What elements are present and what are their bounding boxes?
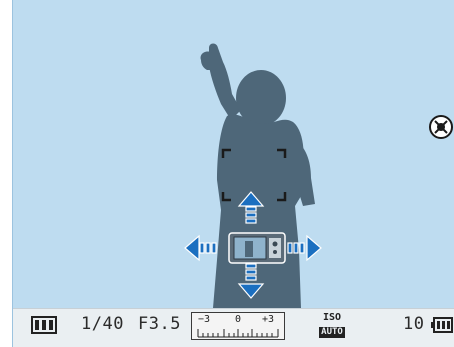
ev-tick-scale <box>197 329 279 338</box>
exposure-scale: −3 0 +3 <box>191 312 285 340</box>
subject-silhouette <box>200 43 315 308</box>
ev-mid-label: 0 <box>235 314 242 325</box>
battery-icon <box>431 317 453 333</box>
stabilizer-off-icon <box>429 115 453 139</box>
aperture: F3.5 <box>138 314 181 334</box>
shutter-speed: 1/40 <box>81 314 124 334</box>
camera-lcd-screen: 1/40 F3.5 −3 0 +3 ISO AUTO 10 <box>12 0 454 347</box>
shots-remaining: 10 <box>403 314 425 334</box>
viewfinder <box>184 43 453 308</box>
iso-indicator: ISO AUTO <box>319 312 345 338</box>
frame-mode-icon <box>31 316 57 334</box>
arrow-left-icon <box>184 234 217 262</box>
iso-value: AUTO <box>319 327 345 338</box>
camera-move-guide-icon <box>228 232 286 264</box>
ev-max-label: +3 <box>262 314 275 325</box>
ev-min-label: −3 <box>198 314 211 325</box>
iso-label: ISO <box>322 312 342 323</box>
